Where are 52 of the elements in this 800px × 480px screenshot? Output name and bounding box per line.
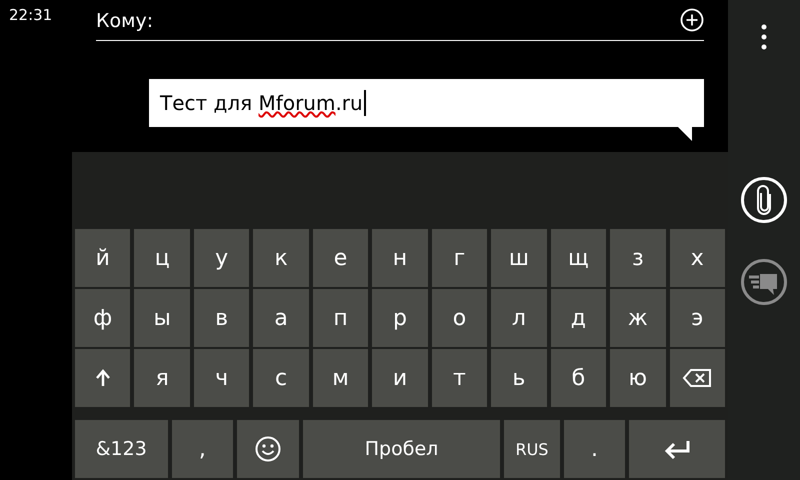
key[interactable]: а: [253, 289, 309, 347]
key[interactable]: е: [312, 229, 368, 287]
key[interactable]: я: [134, 349, 190, 407]
key[interactable]: о: [432, 289, 488, 347]
key[interactable]: х: [670, 229, 725, 287]
key[interactable]: и: [372, 349, 428, 407]
up-arrow-icon: [94, 369, 111, 387]
key[interactable]: ,: [172, 420, 234, 478]
key[interactable]: .: [564, 420, 626, 478]
key[interactable]: ю: [610, 349, 666, 407]
key[interactable]: м: [312, 349, 368, 407]
key[interactable]: й: [75, 229, 130, 287]
key[interactable]: ь: [491, 349, 547, 407]
backspace-icon: [682, 368, 712, 388]
smiley-icon: [255, 436, 282, 462]
key[interactable]: RUS: [504, 420, 560, 478]
key[interactable]: ж: [610, 289, 666, 347]
space-key[interactable]: Пробел: [302, 420, 500, 478]
key[interactable]: к: [253, 229, 309, 287]
key[interactable]: ф: [75, 289, 130, 347]
more-icon[interactable]: [761, 24, 767, 50]
key[interactable]: щ: [550, 229, 606, 287]
enter-icon: [663, 439, 692, 459]
emoji-key[interactable]: [237, 420, 299, 478]
key[interactable]: г: [432, 229, 488, 287]
key[interactable]: н: [372, 229, 428, 287]
paperclip-icon[interactable]: [740, 176, 788, 224]
key[interactable]: ц: [134, 229, 190, 287]
key[interactable]: с: [253, 349, 309, 407]
key[interactable]: в: [194, 289, 250, 347]
key[interactable]: ч: [194, 349, 250, 407]
message-text: Тест для Mforum.ru: [160, 91, 363, 115]
key[interactable]: ш: [491, 229, 547, 287]
key[interactable]: у: [194, 229, 250, 287]
backspace-key[interactable]: [670, 349, 725, 407]
key[interactable]: ы: [134, 289, 190, 347]
key[interactable]: б: [550, 349, 606, 407]
message-field[interactable]: Тест для Mforum.ru: [149, 79, 704, 127]
key[interactable]: з: [610, 229, 666, 287]
shift-key[interactable]: [75, 349, 130, 407]
enter-key[interactable]: [629, 420, 725, 478]
key[interactable]: р: [372, 289, 428, 347]
key[interactable]: п: [312, 289, 368, 347]
key[interactable]: э: [670, 289, 725, 347]
bubble-tail: [678, 127, 692, 141]
key[interactable]: &123: [75, 420, 168, 478]
add-icon[interactable]: [680, 8, 704, 32]
key[interactable]: т: [432, 349, 488, 407]
key[interactable]: д: [550, 289, 606, 347]
key[interactable]: л: [491, 289, 547, 347]
status-time: 22:31: [9, 6, 52, 24]
recipient-field[interactable]: Кому:: [96, 0, 704, 41]
